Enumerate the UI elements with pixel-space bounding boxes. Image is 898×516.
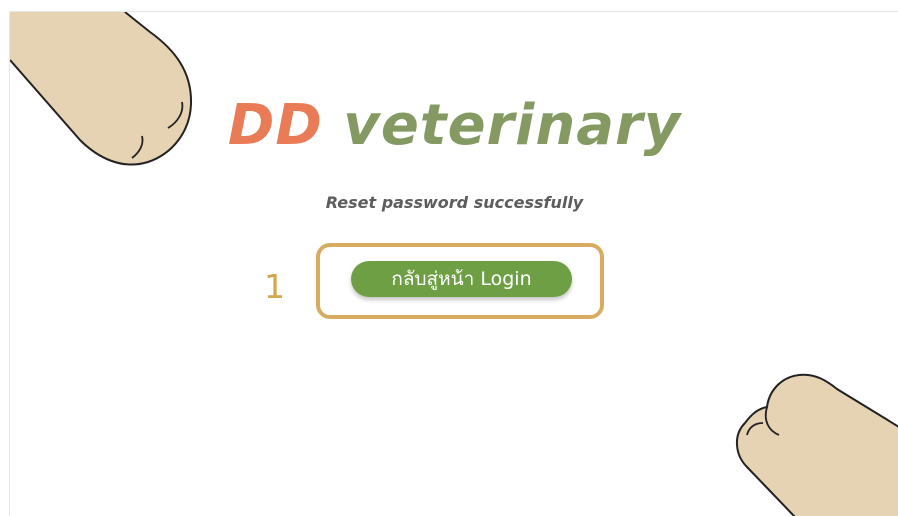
paw-top-left-icon <box>10 12 193 166</box>
back-to-login-button[interactable]: กลับสู่หน้า Login <box>351 261 572 297</box>
brand-prefix-letter: D <box>275 93 323 158</box>
status-message: Reset password successfully <box>325 193 584 212</box>
app-window: DD veterinary Reset password successfull… <box>9 11 898 516</box>
brand-accent-letter: D <box>227 93 276 158</box>
brand-logo-text: DD veterinary <box>10 98 898 154</box>
step-number-annotation: 1 <box>264 267 285 306</box>
brand-name: veterinary <box>322 93 682 158</box>
paw-bottom-right-icon <box>736 373 898 516</box>
